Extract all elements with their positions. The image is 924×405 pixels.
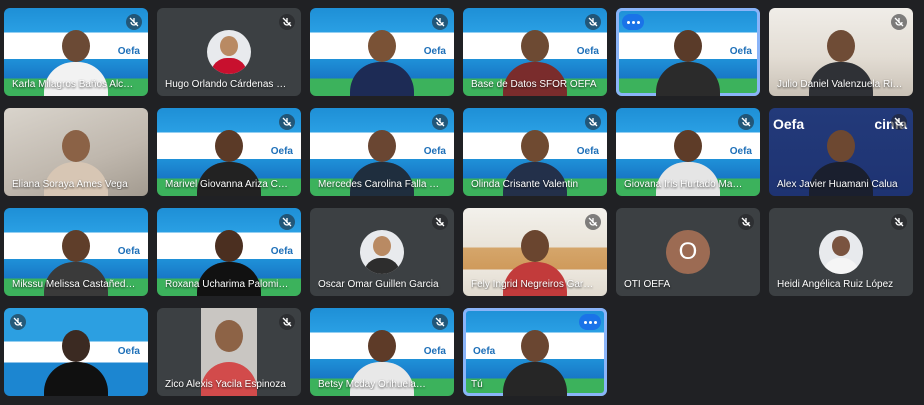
mic-off-icon: [585, 214, 601, 230]
mic-off-icon: [432, 214, 448, 230]
oefa-logo: Oefa: [729, 46, 752, 57]
participant-tile[interactable]: Oefa Giovana Iris Hurtado Ma…: [616, 108, 760, 196]
participant-name: Marivel Giovanna Ariza C…: [165, 179, 288, 190]
oefa-logo: Oefa: [773, 116, 805, 132]
participant-name: Zico Alexis Yacila Espinoza: [165, 379, 286, 390]
participant-tile[interactable]: Eliana Soraya Ames Vega: [4, 108, 148, 196]
participant-name: Heidi Angélica Ruiz López: [777, 279, 894, 290]
participant-tile[interactable]: Oefa cinfa Alex Javier Huamani Calua: [769, 108, 913, 196]
participant-tile[interactable]: Oefa Mikssu Melissa Castañed…: [4, 208, 148, 296]
participant-name: Oscar Omar Guillen Garcia: [318, 279, 439, 290]
mic-off-icon: [126, 14, 142, 30]
oefa-logo: Oefa: [117, 346, 140, 357]
participant-tile[interactable]: Julio Daniel Valenzuela Ri…: [769, 8, 913, 96]
oefa-logo: Oefa: [576, 46, 599, 57]
mic-off-icon: [891, 114, 907, 130]
mic-off-icon: [279, 114, 295, 130]
avatar: [360, 230, 404, 274]
participant-name: Julio Daniel Valenzuela Ri…: [777, 79, 903, 90]
participant-name: Mercedes Carolina Falla …: [318, 179, 440, 190]
participant-tile[interactable]: Oefa Karla Milagros Baños Alc…: [4, 8, 148, 96]
participant-name: OTI OEFA: [624, 279, 671, 290]
oefa-logo: Oefa: [576, 146, 599, 157]
participant-tile[interactable]: Heidi Angélica Ruiz López: [769, 208, 913, 296]
participant-name: Fely Ingrid Negreiros Gar…: [471, 279, 594, 290]
participant-name: Roxana Ucharima Palomi…: [165, 279, 289, 290]
participant-tile[interactable]: Oefa Olinda Crisante Valentin: [463, 108, 607, 196]
mic-off-icon: [738, 214, 754, 230]
participant-tile[interactable]: Oscar Omar Guillen Garcia: [310, 208, 454, 296]
self-tile[interactable]: Oefa Tú: [463, 308, 607, 396]
participant-name: Tú: [471, 379, 483, 390]
mic-off-icon: [279, 314, 295, 330]
participant-tile[interactable]: O OTI OEFA: [616, 208, 760, 296]
avatar: [819, 230, 863, 274]
participant-tile[interactable]: Oefa: [4, 308, 148, 396]
oefa-logo: Oefa: [473, 346, 496, 357]
avatar-initial: O: [666, 230, 710, 274]
participant-name: Karla Milagros Baños Alc…: [12, 79, 134, 90]
mic-off-icon: [432, 114, 448, 130]
participant-tile[interactable]: Oefa Marivel Giovanna Ariza C…: [157, 108, 301, 196]
oefa-logo: Oefa: [270, 246, 293, 257]
participant-name: Olinda Crisante Valentin: [471, 179, 579, 190]
participant-tile[interactable]: Oefa Mercedes Carolina Falla …: [310, 108, 454, 196]
meeting-grid: Oefa Karla Milagros Baños Alc… Hugo Orla…: [0, 0, 924, 405]
oefa-logo: Oefa: [423, 46, 446, 57]
participant-name: Hugo Orlando Cárdenas Ri…: [165, 79, 293, 90]
participant-tile[interactable]: Oefa Roxana Ucharima Palomi…: [157, 208, 301, 296]
avatar: [207, 30, 251, 74]
more-options-icon[interactable]: [622, 14, 644, 30]
oefa-logo: Oefa: [270, 146, 293, 157]
mic-off-icon: [10, 314, 26, 330]
participant-tile[interactable]: Oefa Betsy Mcday Orihuela…: [310, 308, 454, 396]
oefa-logo: Oefa: [423, 346, 446, 357]
participant-name: Alex Javier Huamani Calua: [777, 179, 898, 190]
mic-off-icon: [891, 14, 907, 30]
participant-name: Eliana Soraya Ames Vega: [12, 179, 128, 190]
mic-off-icon: [585, 114, 601, 130]
more-options-icon[interactable]: [579, 314, 601, 330]
participant-tile[interactable]: Fely Ingrid Negreiros Gar…: [463, 208, 607, 296]
participant-name: Betsy Mcday Orihuela…: [318, 379, 426, 390]
mic-off-icon: [279, 14, 295, 30]
participant-tile-active[interactable]: Oefa: [616, 8, 760, 96]
participant-video: [656, 26, 720, 96]
participant-name: Base de Datos SFOR OEFA: [471, 79, 597, 90]
mic-off-icon: [432, 14, 448, 30]
participant-tile[interactable]: Oefa: [310, 8, 454, 96]
participant-video: [350, 26, 414, 96]
participant-name: Mikssu Melissa Castañed…: [12, 279, 136, 290]
participant-tile[interactable]: Hugo Orlando Cárdenas Ri…: [157, 8, 301, 96]
mic-off-icon: [738, 114, 754, 130]
oefa-logo: Oefa: [423, 146, 446, 157]
mic-off-icon: [432, 314, 448, 330]
oefa-logo: Oefa: [117, 46, 140, 57]
participant-tile[interactable]: Oefa Base de Datos SFOR OEFA: [463, 8, 607, 96]
participant-name: Giovana Iris Hurtado Ma…: [624, 179, 743, 190]
oefa-logo: Oefa: [729, 146, 752, 157]
participant-video: [44, 326, 108, 396]
mic-off-icon: [891, 214, 907, 230]
oefa-logo: Oefa: [117, 246, 140, 257]
mic-off-icon: [279, 214, 295, 230]
mic-off-icon: [585, 14, 601, 30]
participant-tile[interactable]: Zico Alexis Yacila Espinoza: [157, 308, 301, 396]
